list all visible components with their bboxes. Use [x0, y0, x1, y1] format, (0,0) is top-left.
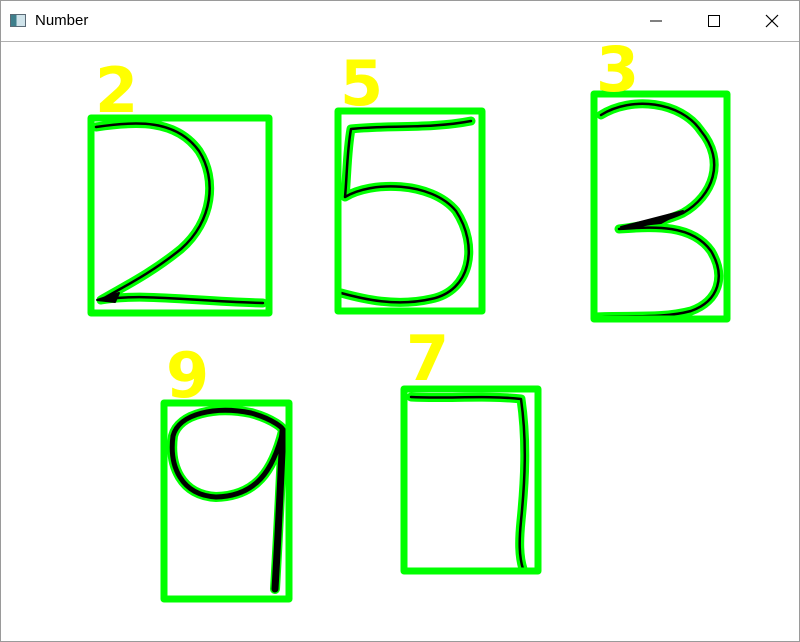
bounding-box-2 [87, 114, 273, 317]
window-title: Number [35, 12, 89, 29]
bounding-box-3 [590, 90, 731, 323]
digit-label-3: 3 [596, 33, 640, 106]
title-bar[interactable]: Number [1, 1, 799, 42]
close-icon [765, 14, 779, 28]
handwritten-digit-9 [167, 405, 289, 594]
close-button[interactable] [749, 1, 795, 41]
handwritten-digit-3 [591, 99, 724, 322]
maximize-icon [708, 15, 720, 27]
handwritten-digit-5 [336, 116, 476, 307]
digit-label-9: 9 [166, 339, 210, 412]
digit-label-7: 7 [406, 322, 450, 395]
maximize-button[interactable] [691, 1, 737, 41]
digit-label-2: 2 [95, 54, 139, 127]
minimize-button[interactable] [633, 1, 679, 41]
handwritten-digit-2 [91, 118, 268, 308]
app-window-icon [10, 14, 26, 27]
minimize-icon [650, 20, 662, 22]
digit-drawing [87, 90, 731, 603]
handwritten-digit-7 [406, 392, 530, 574]
digit-label-5: 5 [340, 47, 384, 120]
image-canvas [1, 42, 799, 642]
app-window: Number 2 5 3 9 7 [0, 0, 800, 642]
